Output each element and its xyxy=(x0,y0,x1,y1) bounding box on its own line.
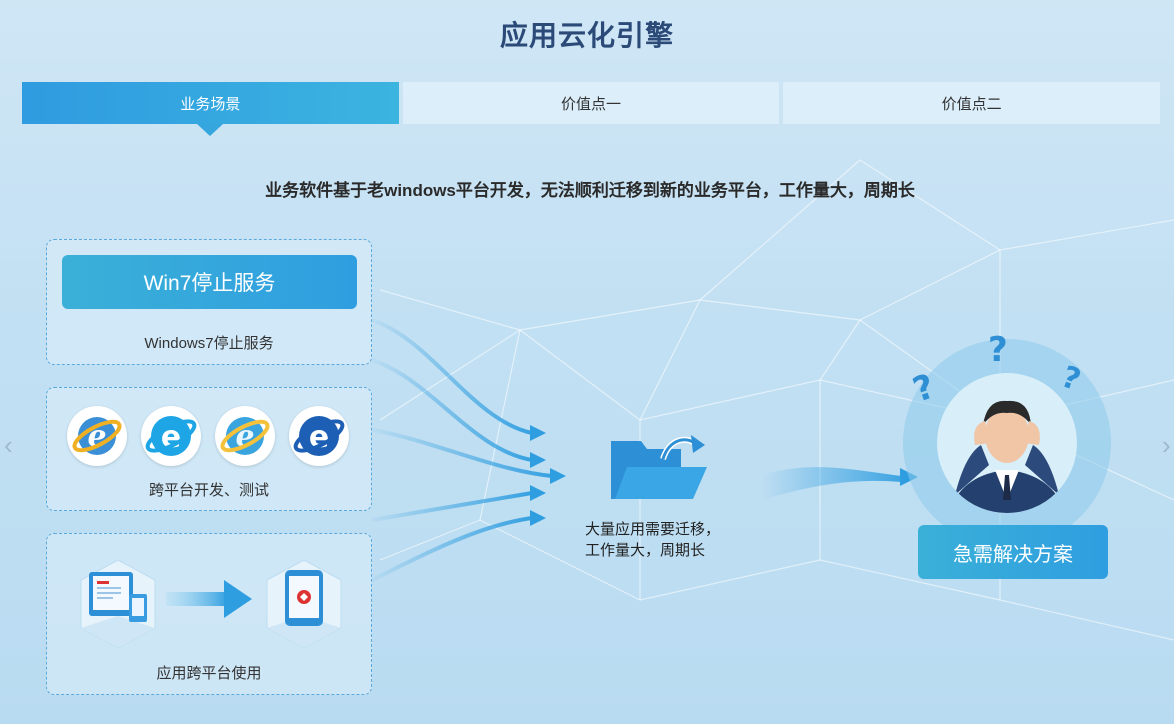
migration-caption-line1: 大量应用需要迁移， xyxy=(585,521,721,538)
ie-blue-icon: e xyxy=(141,406,201,466)
carousel-next-icon[interactable]: › xyxy=(1162,430,1171,461)
win7-stop-service-button[interactable]: Win7停止服务 xyxy=(62,255,357,309)
cross-platform-use-caption: 应用跨平台使用 xyxy=(156,665,262,682)
folder-migration-icon xyxy=(611,435,707,499)
page-title: 应用云化引擎 xyxy=(499,20,674,51)
ie-classic-icon: e xyxy=(215,406,275,466)
cross-platform-use-card: 应用跨平台使用 xyxy=(46,533,372,695)
worried-person-illustration: ? ? ? xyxy=(903,330,1111,525)
urgent-solution-button[interactable]: 急需解决方案 xyxy=(918,525,1108,579)
svg-text:?: ? xyxy=(988,330,1008,370)
scene-subtitle: 业务软件基于老windows平台开发，无法顺利迁移到新的业务平台，工作量大，周期… xyxy=(265,181,915,200)
migration-caption: 大量应用需要迁移， 工作量大，周期长 xyxy=(585,519,720,561)
mobile-device-icon xyxy=(266,559,342,649)
tab-business-scene[interactable]: 业务场景 xyxy=(22,82,399,136)
cross-platform-caption: 跨平台开发、测试 xyxy=(148,482,269,499)
tab-value-point-one[interactable]: 价值点一 xyxy=(402,82,780,124)
desktop-computer-icon xyxy=(80,559,156,649)
tab-value-point-two[interactable]: 价值点二 xyxy=(783,82,1161,124)
ie-classic-icon: e xyxy=(67,406,127,466)
ie-edge-dark-icon: e xyxy=(289,406,349,466)
win7-end-service-card: Win7停止服务 Windows7停止服务 xyxy=(46,239,372,365)
win7-caption: Windows7停止服务 xyxy=(144,335,274,352)
migration-caption-line2: 工作量大，周期长 xyxy=(585,542,706,559)
cross-platform-dev-card: e e e e 跨平台开发、测试 xyxy=(46,387,372,511)
tab-bar: 业务场景 价值点一 价值点二 xyxy=(22,82,1161,136)
carousel-prev-icon[interactable]: ‹ xyxy=(4,430,13,461)
migration-arrow-icon xyxy=(166,580,252,618)
